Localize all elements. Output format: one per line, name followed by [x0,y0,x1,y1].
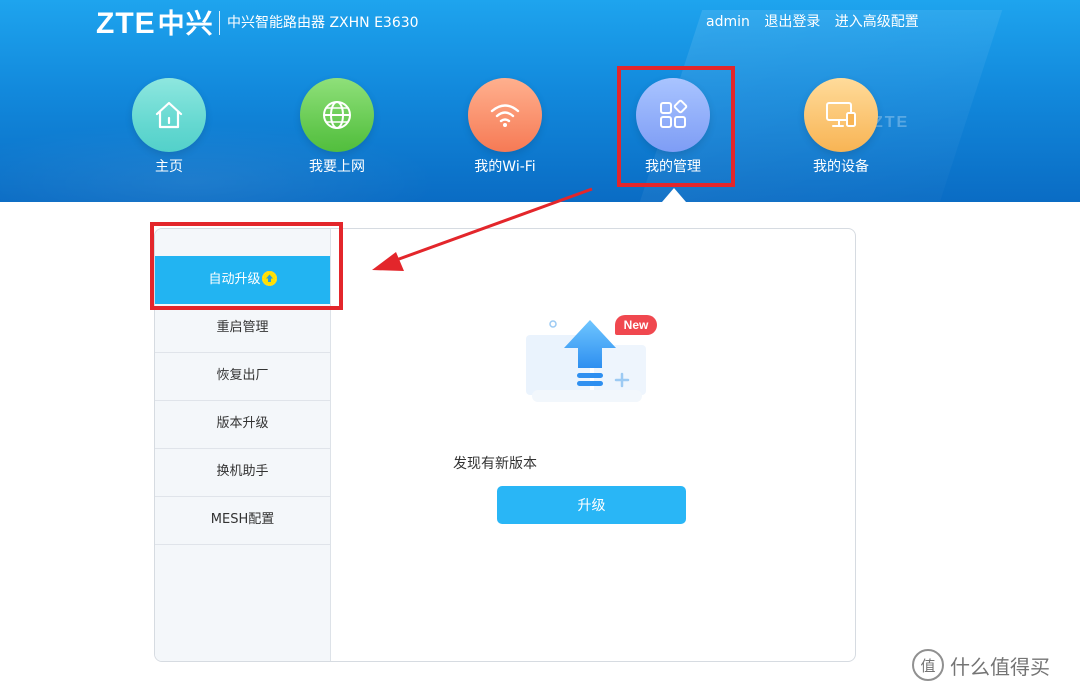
nav-devices-label: 我的设备 [813,159,869,175]
user-link[interactable]: admin [706,14,750,30]
sidebar-item-label: 恢复出厂 [216,368,269,383]
zte-logo[interactable]: ZTE中兴 [96,8,214,40]
logo-cn-text: 中兴 [157,9,214,39]
logout-link[interactable]: 退出登录 [764,14,820,30]
advanced-config-link[interactable]: 进入高级配置 [835,14,919,30]
header-banner: ZTE中兴 中兴智能路由器 ZXHN E3630 admin 退出登录 进入高级… [0,0,1080,202]
watermark: 值 什么值得买 [912,648,1050,682]
nav-internet[interactable]: 我要上网 [282,78,392,176]
monitor-icon [804,78,878,152]
nav-devices[interactable]: 我的设备 [786,78,896,176]
logo-text: ZTE [96,7,156,40]
top-links: admin 退出登录 进入高级配置 [706,12,929,32]
sidebar-item-version-upgrade[interactable]: 版本升级 [155,400,330,449]
highlight-box-sidebar [150,222,343,310]
logo-divider [219,11,220,35]
sidebar-item-migration-assistant[interactable]: 换机助手 [155,448,330,497]
sidebar-item-label: MESH配置 [210,512,275,527]
annotation-arrow [372,187,593,271]
active-nav-pointer [662,188,686,202]
new-version-message: 发现有新版本 [453,456,537,472]
globe-icon [300,78,374,152]
highlight-box-nav [617,66,735,187]
wifi-icon [468,78,542,152]
nav-wifi[interactable]: 我的Wi-Fi [450,78,560,176]
new-badge: New [615,315,657,335]
upgrade-button[interactable]: 升级 [497,486,686,524]
sidebar-item-label: 换机助手 [216,464,269,479]
sidebar-item-label: 重启管理 [216,320,269,335]
nav-home-label: 主页 [155,159,183,175]
sidebar-item-label: 版本升级 [216,416,269,431]
watermark-logo-icon: 值 [912,649,944,681]
sidebar-item-reboot[interactable]: 重启管理 [155,304,330,353]
nav-home[interactable]: 主页 [114,78,224,176]
sidebar-item-factory-reset[interactable]: 恢复出厂 [155,352,330,401]
nav-internet-label: 我要上网 [309,159,365,175]
product-name: 中兴智能路由器 ZXHN E3630 [227,15,419,31]
sidebar-item-mesh-config[interactable]: MESH配置 [155,496,330,545]
home-icon [132,78,206,152]
nav-wifi-label: 我的Wi-Fi [474,159,536,175]
watermark-text: 什么值得买 [950,654,1050,679]
